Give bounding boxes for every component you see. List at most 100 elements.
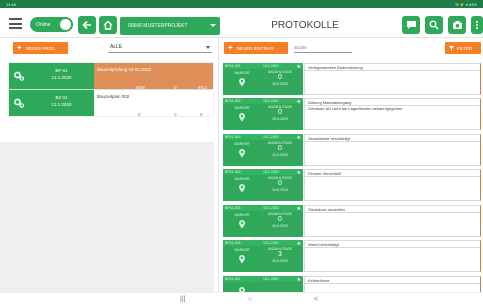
- divider: [305, 176, 480, 177]
- map-pin-icon: [239, 113, 245, 122]
- menu-icon[interactable]: [9, 18, 22, 29]
- map-pin-icon: [239, 184, 245, 193]
- protocol-card[interactable]: BP01-001 13.1.2020 ★ MARKER ANZAHL/TAGE 0 25.6…: [223, 63, 481, 95]
- status-time: 14:46: [6, 1, 17, 7]
- protocol-count-box: ANZAHL/TAGE 0 25.6.2020: [259, 105, 301, 129]
- search-button[interactable]: [425, 16, 443, 34]
- protocol-marker: MARKER: [227, 142, 257, 164]
- map-pin-icon: [239, 78, 245, 87]
- chat-icon: [406, 21, 416, 29]
- protocol-count-box: ANZAHL/TAGE 0 24.6.2020: [259, 212, 301, 236]
- count-date: 24.6.2020: [272, 153, 288, 157]
- count-date: 25.6.2020: [272, 117, 288, 121]
- protocol-marker: MARKER: [227, 71, 257, 93]
- protocol-status-box: BP01-003 13.1.2020 ★ MARKER ANZAHL/TAGE 0 24.6…: [223, 134, 303, 166]
- status-bar: 14:46 ✉ ⚡ ▾ 64%: [0, 0, 483, 8]
- protocol-card[interactable]: BP01-004 13.1.2020 ★ MARKER ANZAHL/TAGE 0 24.6…: [223, 169, 481, 201]
- protocol-header: BP01-003 13.1.2020 ★: [223, 134, 303, 141]
- protocol-date: 13.1.2020: [263, 135, 279, 139]
- protocol-status-box: BP01-006 13.1.2020 ★ MARKER ANZAHL/TAGE 3 24.6…: [223, 240, 303, 272]
- protocol-count: 0: [278, 216, 282, 223]
- protocol-count: 0: [278, 180, 282, 187]
- protocol-status-box: BP01-004 13.1.2020 ★ MARKER ANZAHL/TAGE 0 24.6…: [223, 169, 303, 201]
- project-card[interactable]: BZ 01 13.1.2020 Bauzeitplan 002 8 0 8: [9, 90, 213, 117]
- protocol-header: BP01-005 13.1.2020 ★: [223, 205, 303, 212]
- marker-label: MARKER: [234, 213, 250, 217]
- gears-icon: [14, 71, 25, 81]
- divider: [305, 212, 480, 213]
- divider: [305, 283, 480, 284]
- new-entry-button[interactable]: + NEUER EINTRAG: [224, 42, 288, 54]
- empty-area: [0, 142, 214, 292]
- home-nav-icon[interactable]: ○: [248, 296, 252, 303]
- protocol-count: 3: [278, 251, 282, 258]
- filter-button[interactable]: FILTER: [445, 42, 481, 54]
- protocol-description: Wand beschädigt: [304, 240, 481, 272]
- protocol-id: BP01-002: [225, 99, 241, 103]
- divider: [305, 247, 480, 248]
- new-entry-label: NEUER EINTRAG: [236, 45, 274, 51]
- home-button[interactable]: [99, 16, 117, 34]
- protocol-card[interactable]: BP01-003 13.1.2020 ★ MARKER ANZAHL/TAGE 0 24.6…: [223, 134, 481, 166]
- arrow-left-icon: [82, 20, 91, 30]
- project-filter-value: ALLE: [110, 44, 123, 50]
- project-date: 13.1.2020: [51, 75, 72, 80]
- project-date: 13.1.2020: [51, 102, 72, 107]
- protocol-count: 0: [278, 145, 282, 152]
- home-icon: [103, 20, 113, 30]
- recent-apps-icon[interactable]: |||: [180, 296, 185, 303]
- project-title: Bauzeitprüfung 19.02.2020: [97, 67, 152, 72]
- page-title: PROTOKOLLE: [271, 20, 339, 31]
- search-icon: [429, 20, 439, 30]
- protocol-id: BP01-003: [225, 135, 241, 139]
- protocol-search-input[interactable]: Suche: [294, 43, 352, 53]
- protocol-marker: MARKER: [227, 213, 257, 235]
- protocol-header: BP01-004 13.1.2020 ★: [223, 169, 303, 176]
- protocol-card[interactable]: BP01-005 13.1.2020 ★ MARKER ANZAHL/TAGE 0 24.6…: [223, 205, 481, 237]
- protocol-id: BP01-005: [225, 206, 241, 210]
- divider: [305, 70, 480, 71]
- more-button[interactable]: [471, 16, 483, 34]
- map-pin-icon: [239, 220, 245, 229]
- count-date: 24.6.2020: [272, 188, 288, 192]
- project-info: Bauzeitprüfung 19.02.2020 9/28 0 9/13: [94, 63, 213, 90]
- online-toggle[interactable]: Online: [30, 17, 73, 32]
- protocol-date: 13.1.2020: [263, 99, 279, 103]
- new-project-button[interactable]: + NEUES PROJ: [13, 42, 68, 54]
- protocol-id: BP01-004: [225, 170, 241, 174]
- project-select[interactable]: 00666 MUSTERPROJEKT: [120, 17, 220, 35]
- count-date: 24.6.2020: [272, 259, 288, 263]
- chevron-down-icon: [210, 24, 216, 27]
- project-icon-box: [9, 90, 29, 116]
- protocol-description: Verlegearbeiten Bodenheizung: [304, 63, 481, 95]
- project-filter-select[interactable]: ALLE: [108, 42, 212, 53]
- plus-icon: +: [228, 43, 233, 52]
- protocol-id: BP01-001: [225, 64, 241, 68]
- protocol-card[interactable]: BP01-002 13.1.2020 ★ MARKER ANZAHL/TAGE 0 25.6…: [223, 98, 481, 130]
- protocol-status-box: BP01-002 13.1.2020 ★ MARKER ANZAHL/TAGE 0 25.6…: [223, 98, 303, 130]
- chevron-down-icon: [206, 46, 210, 49]
- marker-label: MARKER: [234, 106, 250, 110]
- system-nav-bar: ||| ○ <: [0, 292, 483, 306]
- project-card[interactable]: BP 01 13.1.2020 Bauzeitprüfung 19.02.202…: [9, 63, 213, 90]
- camera-icon: [452, 21, 462, 29]
- filter-label: FILTER: [457, 45, 473, 51]
- protocol-count-box: ANZAHL/TAGE 3 24.6.2020: [259, 247, 301, 271]
- divider: [305, 141, 480, 142]
- project-info: Bauzeitplan 002 8 0 8: [94, 90, 213, 117]
- protocol-description: Sesselleiste beschädigt: [304, 134, 481, 166]
- protocol-status-box: BP01-005 13.1.2020 ★ MARKER ANZAHL/TAGE 0 24.6…: [223, 205, 303, 237]
- protocol-count-box: ANZAHL/TAGE 0 24.6.2020: [259, 176, 301, 200]
- gears-icon: [14, 98, 25, 108]
- chat-button[interactable]: [402, 16, 420, 34]
- count-open: 8: [138, 112, 141, 117]
- back-nav-icon[interactable]: <: [314, 296, 318, 303]
- protocol-card[interactable]: BP01-006 13.1.2020 ★ MARKER ANZAHL/TAGE 3 24.6…: [223, 240, 481, 272]
- back-button[interactable]: [78, 16, 96, 34]
- marker-label: MARKER: [234, 142, 250, 146]
- online-label: Online: [36, 21, 51, 28]
- map-pin-icon: [239, 255, 245, 264]
- protocol-marker: MARKER: [227, 177, 257, 199]
- protocol-count: 0: [278, 109, 282, 116]
- camera-button[interactable]: [448, 16, 466, 34]
